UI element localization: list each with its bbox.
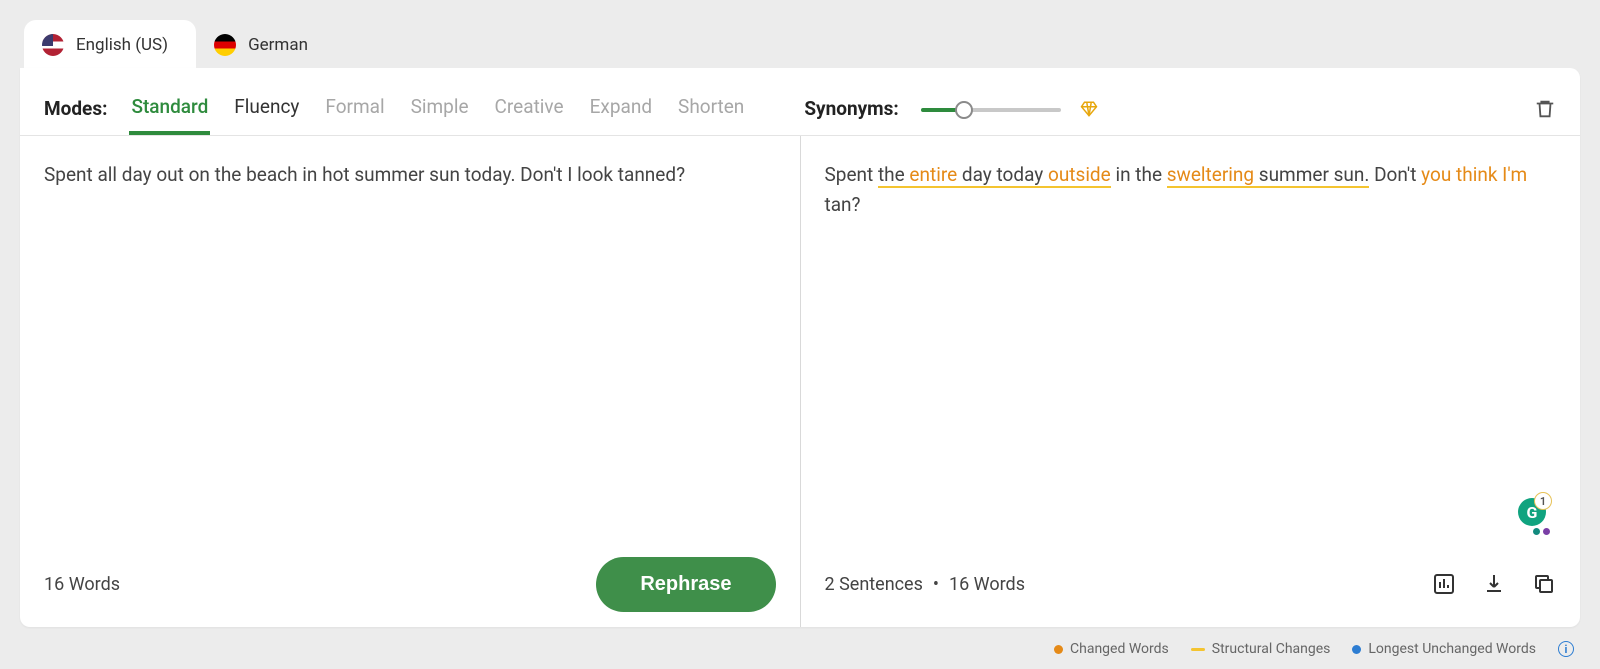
legend-structural: Structural Changes <box>1191 641 1331 657</box>
mode-fluency[interactable]: Fluency <box>232 82 301 135</box>
download-icon[interactable] <box>1482 572 1506 596</box>
seg: Don't <box>1369 163 1421 186</box>
output-tools <box>1432 572 1556 596</box>
main-card: Modes: Standard Fluency Formal Simple Cr… <box>20 68 1580 627</box>
lang-tab-german[interactable]: German <box>196 20 336 70</box>
mode-simple[interactable]: Simple <box>409 82 471 135</box>
seg-changed: entire <box>909 163 957 188</box>
lang-tab-label: German <box>248 35 308 55</box>
synonyms-label: Synonyms: <box>804 97 898 120</box>
legend-changed: Changed Words <box>1054 641 1169 657</box>
copy-icon[interactable] <box>1532 572 1556 596</box>
slider-thumb[interactable] <box>955 101 973 119</box>
info-icon[interactable]: i <box>1558 641 1574 657</box>
seg: tan? <box>825 193 861 216</box>
legend-label: Longest Unchanged Words <box>1368 641 1536 657</box>
legend-bar-yellow-icon <box>1191 648 1205 651</box>
legend-dot-orange-icon <box>1054 645 1063 654</box>
mode-standard[interactable]: Standard <box>129 82 210 135</box>
assistant-dots-icon <box>1533 528 1550 535</box>
legend: Changed Words Structural Changes Longest… <box>1054 641 1574 657</box>
output-footer: 2 Sentences • 16 Words <box>825 557 1557 611</box>
seg: in the <box>1111 163 1167 186</box>
input-pane: Spent all day out on the beach in hot su… <box>20 136 801 627</box>
trash-icon[interactable] <box>1534 98 1556 120</box>
input-text[interactable]: Spent all day out on the beach in hot su… <box>44 160 776 557</box>
mode-list: Standard Fluency Formal Simple Creative … <box>129 82 746 135</box>
mode-formal[interactable]: Formal <box>323 82 386 135</box>
mode-expand[interactable]: Expand <box>588 82 654 135</box>
panes: Spent all day out on the beach in hot su… <box>20 136 1580 627</box>
legend-label: Structural Changes <box>1212 641 1331 657</box>
toolbar: Modes: Standard Fluency Formal Simple Cr… <box>20 68 1580 136</box>
output-word-count: 16 Words <box>949 574 1025 595</box>
legend-label: Changed Words <box>1070 641 1169 657</box>
grammarly-badge[interactable]: G <box>1518 498 1546 526</box>
synonyms-slider[interactable] <box>921 99 1061 119</box>
language-tabs: English (US) German <box>0 0 1600 70</box>
seg: Spent <box>825 163 878 186</box>
input-word-count: 16 Words <box>44 574 120 595</box>
legend-dot-blue-icon <box>1352 645 1361 654</box>
seg-structural: day today <box>957 163 1048 188</box>
output-counts: 2 Sentences • 16 Words <box>825 574 1026 595</box>
modes-label: Modes: <box>44 97 107 120</box>
legend-unchanged: Longest Unchanged Words <box>1352 641 1536 657</box>
mode-shorten[interactable]: Shorten <box>676 82 746 135</box>
seg-changed: outside <box>1048 163 1111 188</box>
seg-changed: sweltering <box>1167 163 1254 188</box>
output-sentence-count: 2 Sentences <box>825 574 923 595</box>
flag-de-icon <box>214 34 236 56</box>
lang-tab-label: English (US) <box>76 35 168 55</box>
seg-changed: you think I'm <box>1421 163 1527 186</box>
stats-icon[interactable] <box>1432 572 1456 596</box>
diamond-icon <box>1079 99 1099 119</box>
output-text[interactable]: Spent the entire day today outside in th… <box>825 160 1557 557</box>
seg-structural: summer sun. <box>1254 163 1369 188</box>
input-footer: 16 Words Rephrase <box>44 557 776 611</box>
output-pane: Spent the entire day today outside in th… <box>801 136 1581 627</box>
rephrase-button[interactable]: Rephrase <box>596 557 775 612</box>
flag-us-icon <box>42 34 64 56</box>
mode-creative[interactable]: Creative <box>493 82 566 135</box>
lang-tab-english[interactable]: English (US) <box>24 20 196 70</box>
seg-structural: the <box>878 163 909 188</box>
bullet-sep: • <box>933 574 939 595</box>
